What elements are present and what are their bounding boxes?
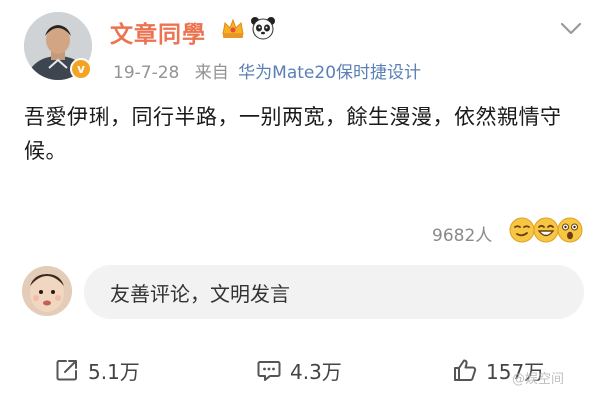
- post-meta: 19-7-28 来自 华为Mate20保时捷设计: [113, 58, 421, 83]
- post-source-link[interactable]: 华为Mate20保时捷设计: [238, 63, 421, 83]
- chevron-down-icon[interactable]: [560, 22, 582, 36]
- author-avatar[interactable]: v: [24, 12, 92, 80]
- shocked-emoji-icon: [557, 217, 583, 243]
- verified-badge-icon: v: [70, 58, 92, 80]
- source-prefix: 来自: [194, 63, 229, 83]
- panda-icon: [251, 17, 275, 40]
- thumbs-up-icon: [454, 359, 477, 381]
- crown-icon: [222, 18, 244, 38]
- action-bar: 5.1万 4.3万 157万: [0, 340, 600, 400]
- reaction-count: 9682人: [432, 226, 493, 246]
- watermark-text: @娱空间: [512, 372, 565, 387]
- comment-input[interactable]: 友善评论，文明发言: [84, 265, 584, 319]
- comment-button[interactable]: 4.3万: [256, 354, 342, 386]
- share-icon: [56, 360, 77, 381]
- comment-count: 4.3万: [290, 359, 342, 384]
- author-name[interactable]: 文章同學: [110, 15, 206, 49]
- post-date: 19-7-28: [113, 63, 180, 83]
- repost-button[interactable]: 5.1万: [54, 354, 140, 386]
- post-body-text: 吾愛伊琍，同行半路，一别两宽，餘生漫漫，依然親情守候。: [24, 105, 562, 163]
- comment-icon: [257, 361, 281, 381]
- post-header: v 文章同學 19-7-28 来自 华为Mate20保时捷设计: [0, 0, 600, 88]
- comment-composer: 友善评论，文明发言: [0, 262, 600, 324]
- reaction-summary[interactable]: 9682人: [420, 212, 590, 252]
- current-user-avatar[interactable]: [22, 266, 72, 316]
- repost-count: 5.1万: [88, 359, 140, 384]
- comment-placeholder: 友善评论，文明发言: [110, 281, 290, 306]
